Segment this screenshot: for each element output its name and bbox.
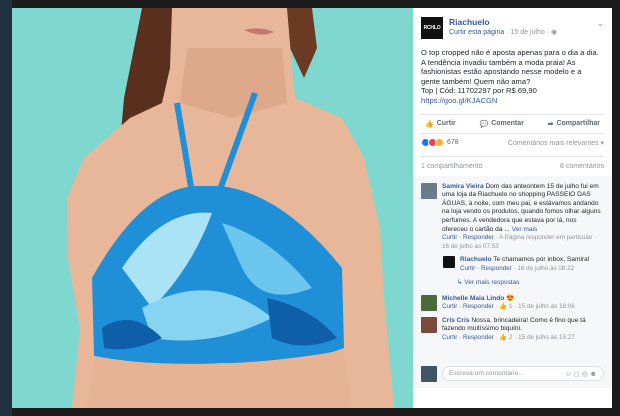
post-header: RCHLO Riachuelo Curtir esta página · 15 … bbox=[413, 8, 612, 42]
reaction-summary[interactable]: 678 bbox=[421, 138, 459, 148]
bikini-photo-illustration bbox=[12, 8, 413, 408]
comment-count[interactable]: 8 comentários bbox=[560, 163, 604, 176]
commenter-name[interactable]: Samira Vieira bbox=[442, 183, 484, 190]
comment-meta: Curtir · Responder · A Página responder … bbox=[442, 234, 604, 251]
post-line: fashionistas estão apostando nesse model… bbox=[421, 67, 582, 77]
reaction-count: 678 bbox=[447, 139, 459, 147]
chevron-down-icon[interactable]: ⌄ bbox=[596, 18, 604, 29]
page-avatar[interactable]: RCHLO bbox=[421, 17, 443, 39]
comment-button[interactable]: 💬 Comentar bbox=[479, 120, 523, 128]
more-replies-link[interactable]: ↳ Ver mais respostas bbox=[457, 278, 604, 286]
comment: Samira Vieira Dom das anteontem 15 de ju… bbox=[421, 182, 604, 252]
comment-text: 😍 bbox=[504, 294, 515, 302]
post-line: Top | Cód: 11702297 por R$ 69,90 bbox=[421, 86, 537, 96]
post-link[interactable]: https://goo.gl/KJACGN bbox=[421, 96, 604, 106]
wow-reaction-icon bbox=[435, 138, 444, 148]
post-text: O top cropped não é aposta apenas para o… bbox=[413, 42, 612, 106]
page-name-link[interactable]: Riachuelo bbox=[449, 17, 490, 27]
comment: Michelle Maia Lindo 😍 Curtir · Responder… bbox=[421, 294, 604, 312]
comment-label: Comentar bbox=[491, 120, 524, 128]
comment-text: Te chamamos por inbox, Samira! bbox=[491, 256, 590, 264]
comment-composer: Escreva um comentário... ☺ ◻ ◎ ☻ bbox=[421, 365, 604, 382]
post-photo[interactable] bbox=[12, 8, 413, 408]
avatar[interactable] bbox=[421, 316, 437, 333]
comment-reply: Riachuelo Te chamamos por inbox, Samira!… bbox=[443, 256, 604, 273]
share-button[interactable]: ➦ Compartilhar bbox=[548, 120, 600, 128]
post-date[interactable]: · 15 de julho · bbox=[504, 29, 551, 36]
like-page-link[interactable]: Curtir esta página bbox=[449, 29, 504, 36]
comment-input[interactable]: Escreva um comentário... ☺ ◻ ◎ ☻ bbox=[442, 366, 604, 382]
comment-placeholder: Escreva um comentário... bbox=[449, 370, 524, 378]
like-button[interactable]: 👍 Curtir bbox=[425, 120, 456, 128]
post-line: gente também! Quem não ama? bbox=[421, 76, 531, 86]
comment-sort-dropdown[interactable]: Comentários mais relevantes ▾ bbox=[508, 139, 604, 147]
post-panel: RCHLO Riachuelo Curtir esta página · 15 … bbox=[413, 8, 612, 408]
globe-icon: ◉ bbox=[550, 29, 558, 36]
comment-actions[interactable]: Curtir · Responder bbox=[442, 234, 494, 241]
avatar bbox=[421, 365, 437, 382]
comments-section: Samira Vieira Dom das anteontem 15 de ju… bbox=[413, 175, 612, 388]
share-label: Compartilhar bbox=[556, 120, 600, 128]
comment-actions[interactable]: Curtir · Responder bbox=[460, 265, 512, 272]
backdrop bbox=[0, 0, 12, 416]
reactions-row: 678 Comentários mais relevantes ▾ bbox=[421, 134, 604, 152]
comment: Cris Cris Nossa, brincadeira! Como é fin… bbox=[421, 316, 604, 343]
comment-actions[interactable]: Curtir · Responder bbox=[442, 334, 494, 341]
comment-timestamp: · 16 de julho às 08:22 bbox=[511, 264, 575, 272]
avatar[interactable] bbox=[421, 182, 437, 199]
comment-body: Samira Vieira Dom das anteontem 15 de ju… bbox=[442, 183, 604, 235]
see-more-link[interactable]: Ver mais bbox=[512, 226, 538, 233]
commenter-name[interactable]: Cris Cris bbox=[442, 317, 470, 324]
like-label: Curtir bbox=[436, 120, 456, 128]
composer-icons[interactable]: ☺ ◻ ◎ ☻ bbox=[565, 370, 597, 378]
comment-timestamp: · 👍 2 · 15 de julho às 15:27 bbox=[493, 333, 575, 341]
commenter-name[interactable]: Michelle Maia Lindo bbox=[442, 295, 504, 302]
comment-body: Cris Cris Nossa, brincadeira! Como é fin… bbox=[442, 317, 604, 334]
post-subline: Curtir esta página · 15 de julho · ◉ bbox=[449, 28, 557, 36]
comment-body: Riachuelo Te chamamos por inbox, Samira! bbox=[460, 256, 590, 265]
share-count[interactable]: 1 compartilhamento bbox=[421, 163, 482, 176]
avatar[interactable] bbox=[443, 256, 455, 269]
comment-timestamp: · 👍 1 · 15 de julho às 18:06 bbox=[493, 303, 575, 311]
post-line: A tendência invadiu também a moda praia!… bbox=[421, 57, 576, 67]
share-count-row: 1 compartilhamento 8 comentários bbox=[421, 155, 604, 176]
action-bar: 👍 Curtir 💬 Comentar ➦ Compartilhar bbox=[421, 113, 604, 134]
comment-body: Michelle Maia Lindo 😍 bbox=[442, 295, 575, 304]
post-line: O top cropped não é aposta apenas para o… bbox=[421, 48, 599, 57]
commenter-name[interactable]: Riachuelo bbox=[460, 256, 492, 263]
comment-actions[interactable]: Curtir · Responder bbox=[442, 303, 494, 310]
like-icon: 👍 bbox=[425, 120, 434, 128]
comment-meta: Curtir · Responder · 👍 2 · 15 de julho à… bbox=[442, 334, 604, 343]
comment-icon: 💬 bbox=[479, 120, 489, 128]
share-icon: ➦ bbox=[547, 120, 554, 128]
comment-meta: Curtir · Responder · 👍 1 · 15 de julho à… bbox=[442, 303, 575, 312]
avatar[interactable] bbox=[421, 294, 437, 311]
comment-meta: Curtir · Responder · 16 de julho às 08:2… bbox=[460, 265, 590, 274]
